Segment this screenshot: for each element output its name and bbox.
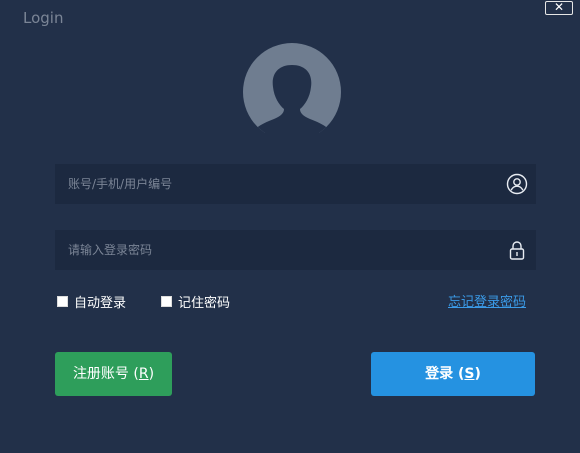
login-button-close: ) xyxy=(474,366,481,382)
register-button[interactable]: 注册账号 (R) xyxy=(55,352,172,396)
account-input[interactable] xyxy=(55,164,495,204)
password-field xyxy=(55,230,536,270)
lock-icon[interactable] xyxy=(506,239,528,261)
user-avatar-icon xyxy=(243,43,341,133)
login-button-text: 登录 ( xyxy=(425,366,465,382)
auto-login-label: 自动登录 xyxy=(74,295,127,311)
remember-password-checkbox[interactable] xyxy=(161,295,172,307)
register-hotkey: R xyxy=(138,366,149,382)
login-window: Login ✕ 自动登录 记住密码 忘记登 xyxy=(0,0,580,453)
forgot-password-link[interactable]: 忘记登录密码 xyxy=(448,291,526,310)
register-button-close: ) xyxy=(148,366,155,382)
close-icon: ✕ xyxy=(553,0,565,14)
account-field xyxy=(55,164,536,204)
window-title: Login xyxy=(23,9,64,27)
remember-password-option[interactable]: 记住密码 xyxy=(161,292,231,311)
login-hotkey: S xyxy=(464,366,475,382)
auto-login-checkbox[interactable] xyxy=(57,295,68,307)
user-circle-icon[interactable] xyxy=(506,173,528,195)
password-input[interactable] xyxy=(55,230,495,270)
login-button[interactable]: 登录 (S) xyxy=(371,352,535,396)
register-button-text: 注册账号 ( xyxy=(72,366,139,382)
remember-password-label: 记住密码 xyxy=(178,295,231,311)
close-button[interactable]: ✕ xyxy=(545,1,573,15)
auto-login-option[interactable]: 自动登录 xyxy=(57,292,127,311)
